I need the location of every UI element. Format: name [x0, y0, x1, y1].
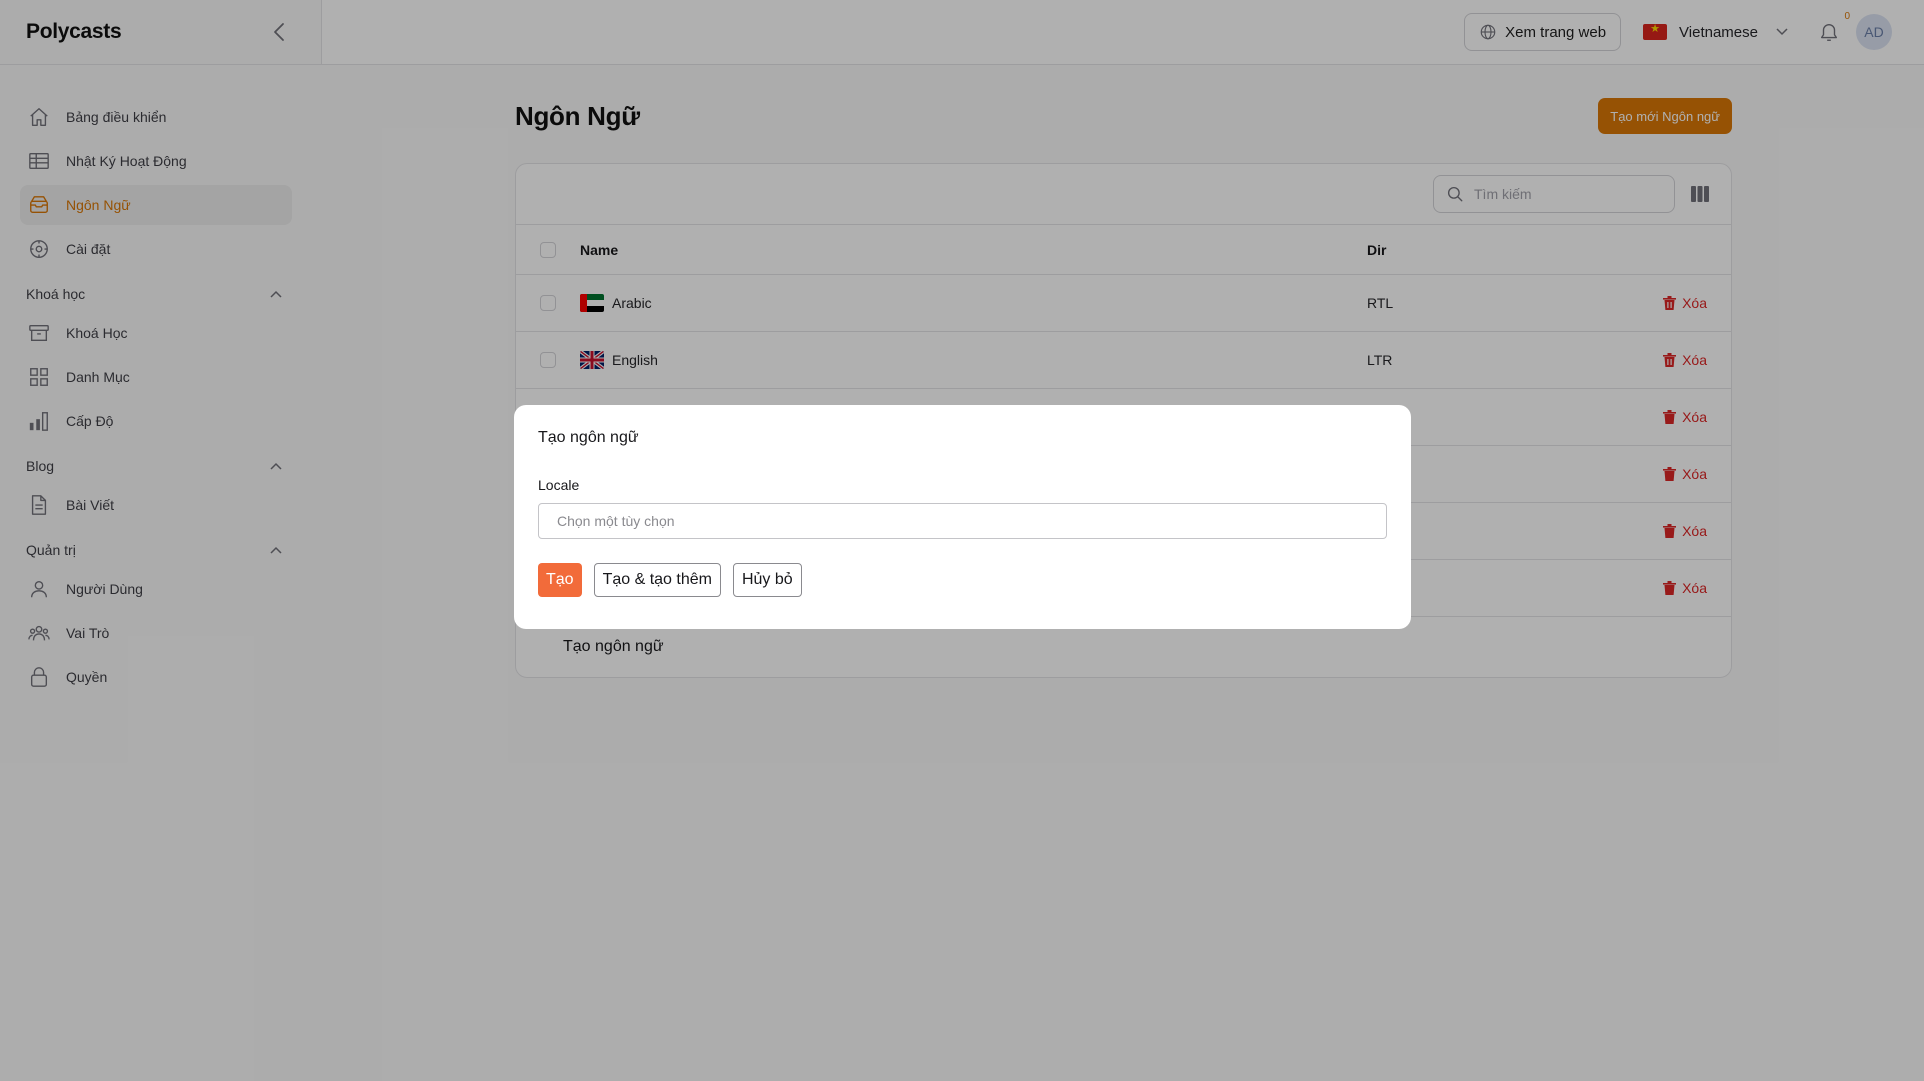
create-language-modal: Tạo ngôn ngữ Locale Chọn một tùy chọn Tạ…	[514, 405, 1411, 629]
create-button[interactable]: Tạo	[538, 563, 582, 597]
locale-select-placeholder: Chọn một tùy chọn	[557, 513, 675, 529]
create-and-add-another-button[interactable]: Tạo & tạo thêm	[593, 563, 721, 597]
locale-select[interactable]: Chọn một tùy chọn	[538, 503, 1387, 539]
locale-field-label: Locale	[538, 477, 580, 493]
modal-title: Tạo ngôn ngữ	[538, 429, 639, 446]
modal-actions: Tạo Tạo & tạo thêm Hủy bỏ	[538, 563, 1387, 597]
cancel-button[interactable]: Hủy bỏ	[732, 563, 802, 597]
